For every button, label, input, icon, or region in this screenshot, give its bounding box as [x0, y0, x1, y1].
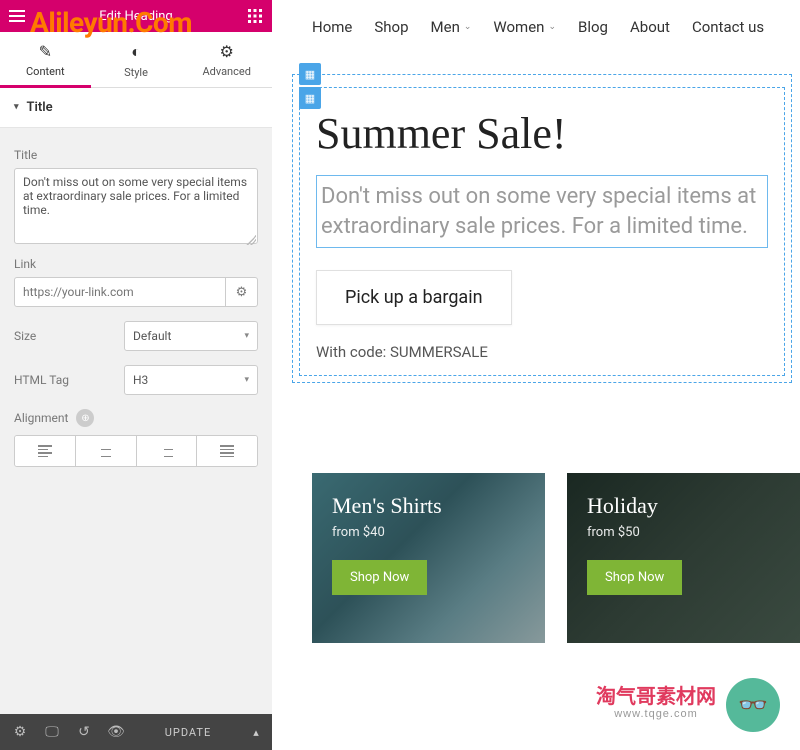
edit-section-handle[interactable]: ▦	[299, 63, 321, 85]
shop-now-button[interactable]: Shop Now	[332, 560, 427, 595]
size-select[interactable]: Default	[124, 321, 258, 351]
widgets-icon[interactable]	[246, 7, 264, 25]
product-card[interactable]: Men's Shirts from $40 Shop Now	[312, 473, 545, 643]
size-label: Size	[14, 329, 124, 343]
htmltag-select[interactable]: H3	[124, 365, 258, 395]
style-icon: ◐	[91, 42, 182, 62]
alignment-buttons	[14, 435, 258, 467]
nav-shop[interactable]: Shop	[374, 18, 408, 36]
align-justify-button[interactable]	[197, 436, 257, 466]
settings-button[interactable]: ⚙	[4, 714, 36, 750]
gear-icon: ⚙	[181, 42, 272, 61]
pencil-icon: ✎	[0, 42, 91, 61]
history-button[interactable]: ↺	[68, 714, 100, 750]
alignment-label: Alignment	[14, 411, 68, 425]
tab-label: Style	[124, 66, 148, 79]
tab-content[interactable]: ✎ Content	[0, 32, 91, 87]
link-options-button[interactable]: ⚙	[226, 277, 258, 307]
watermark-bottom-text: 淘气哥素材网 www.tqge.com	[596, 685, 716, 720]
section-title-toggle[interactable]: Title	[0, 88, 272, 128]
panel-body: Title Don't miss out on some very specia…	[0, 128, 272, 477]
align-center-button[interactable]	[76, 436, 137, 466]
nav-about[interactable]: About	[630, 18, 670, 36]
preview-area: Home Shop Men⌄ Women⌄ Blog About Contact…	[272, 0, 800, 750]
hero-code-text[interactable]: With code: SUMMERSALE	[316, 343, 768, 361]
watermark-top: Alileyun.Com	[30, 6, 192, 39]
nav-blog[interactable]: Blog	[578, 18, 608, 36]
tab-label: Content	[26, 65, 65, 78]
hero-subtext-selected[interactable]: Don't miss out on some very special item…	[316, 175, 768, 248]
nav-men[interactable]: Men⌄	[431, 18, 472, 36]
edit-column-handle[interactable]: ▦	[299, 87, 321, 109]
htmltag-value: H3	[133, 373, 148, 387]
align-left-button[interactable]	[15, 436, 76, 466]
nav-home[interactable]: Home	[312, 18, 352, 36]
link-input[interactable]	[14, 277, 226, 307]
title-label: Title	[14, 148, 258, 162]
preview-button[interactable]: 👁	[100, 714, 132, 750]
size-value: Default	[133, 329, 171, 343]
editor-sidebar: Alileyun.Com Edit Heading ✎ Content ◐ St…	[0, 0, 272, 750]
hero-cta-button[interactable]: Pick up a bargain	[316, 270, 512, 325]
responsive-icon[interactable]: ⊕	[76, 409, 94, 427]
tab-advanced[interactable]: ⚙ Advanced	[181, 32, 272, 87]
canvas-section[interactable]: ▦ ▦ Summer Sale! Don't miss out on some …	[292, 74, 792, 383]
link-label: Link	[14, 257, 258, 271]
site-nav: Home Shop Men⌄ Women⌄ Blog About Contact…	[272, 0, 800, 54]
gear-icon: ⚙	[236, 285, 248, 300]
card-price: from $50	[587, 525, 780, 540]
canvas-column[interactable]: Summer Sale! Don't miss out on some very…	[299, 87, 785, 376]
htmltag-label: HTML Tag	[14, 373, 124, 387]
nav-contact[interactable]: Contact us	[692, 18, 764, 36]
editor-footer: ⚙ 🖵 ↺ 👁 UPDATE ▴	[0, 714, 272, 750]
responsive-button[interactable]: 🖵	[36, 714, 68, 750]
watermark-bottom-logo: 👓	[726, 678, 780, 732]
shop-now-button[interactable]: Shop Now	[587, 560, 682, 595]
menu-icon[interactable]	[8, 7, 26, 25]
card-title: Men's Shirts	[332, 493, 525, 519]
title-textarea[interactable]: Don't miss out on some very special item…	[14, 168, 258, 244]
save-options-button[interactable]: ▴	[244, 726, 268, 739]
product-card[interactable]: Holiday from $50 Shop Now	[567, 473, 800, 643]
tab-label: Advanced	[202, 65, 250, 78]
glasses-icon: 👓	[738, 691, 768, 719]
hero-heading[interactable]: Summer Sale!	[316, 108, 768, 159]
editor-tabs: ✎ Content ◐ Style ⚙ Advanced	[0, 32, 272, 88]
card-title: Holiday	[587, 493, 780, 519]
product-cards: Men's Shirts from $40 Shop Now Holiday f…	[312, 473, 800, 643]
nav-women[interactable]: Women⌄	[493, 18, 556, 36]
chevron-down-icon: ⌄	[464, 22, 472, 32]
resize-handle-icon[interactable]	[246, 235, 256, 245]
card-price: from $40	[332, 525, 525, 540]
section-title: Title	[27, 100, 53, 115]
update-button[interactable]: UPDATE	[132, 726, 244, 739]
align-right-button[interactable]	[137, 436, 198, 466]
chevron-down-icon: ⌄	[548, 22, 556, 32]
tab-style[interactable]: ◐ Style	[91, 32, 182, 87]
